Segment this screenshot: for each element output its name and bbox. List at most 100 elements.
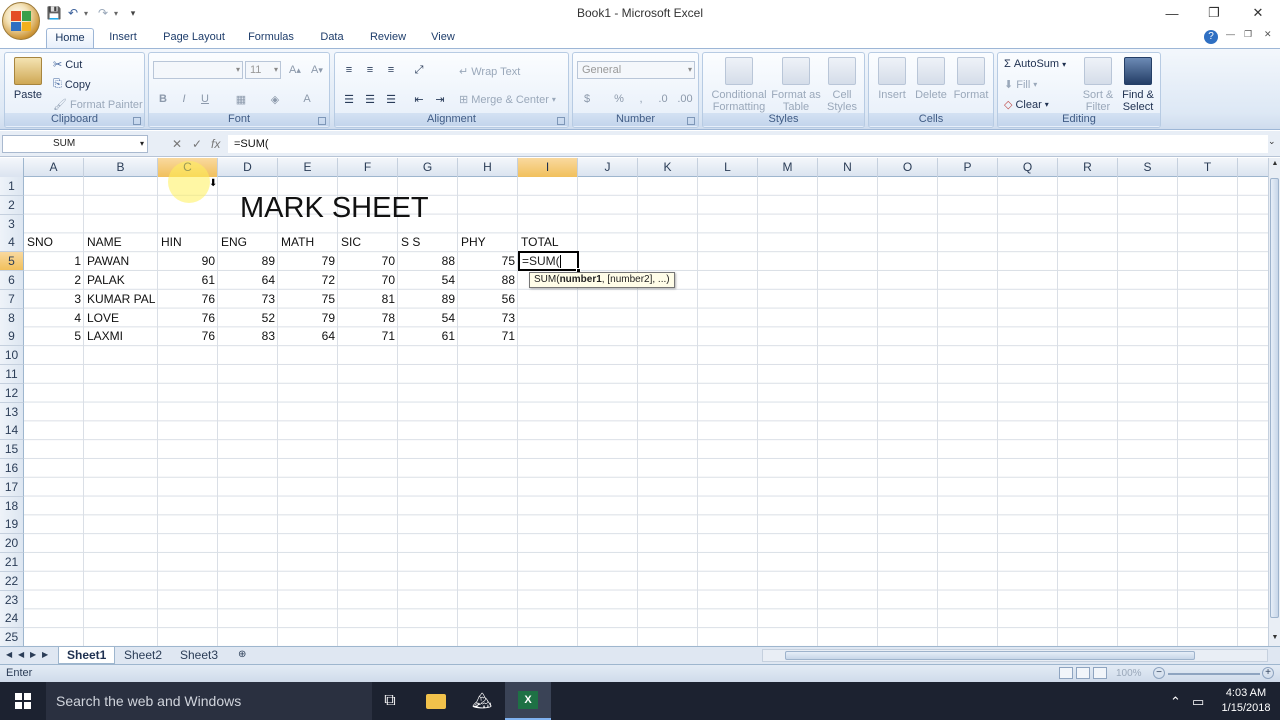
format-painter-button[interactable]: 🖌 Format Painter (53, 98, 143, 112)
row-header-1[interactable]: 1 (0, 177, 24, 196)
data-cell[interactable]: 52 (218, 309, 278, 328)
number-format-combo[interactable]: General ▾ (577, 61, 695, 79)
row-header-25[interactable]: 25 (0, 628, 24, 646)
sheet-tab-3[interactable]: Sheet3 (172, 647, 226, 664)
data-cell[interactable]: 61 (398, 327, 458, 346)
column-header-q[interactable]: Q (998, 158, 1058, 177)
data-cell[interactable]: LOVE (84, 309, 158, 328)
row-header-19[interactable]: 19 (0, 515, 24, 535)
clear-button[interactable]: ◇ Clear ▾ (1004, 98, 1049, 112)
delete-cells-button[interactable]: Delete (912, 57, 950, 101)
tab-insert[interactable]: Insert (102, 28, 144, 48)
function-tooltip[interactable]: SUM(number1, [number2], ...) (529, 272, 675, 288)
font-color-icon[interactable]: A (297, 90, 317, 108)
office-button[interactable] (2, 2, 40, 40)
tab-review[interactable]: Review (364, 28, 412, 48)
first-sheet-icon[interactable]: ◀ (6, 650, 12, 659)
scroll-up-icon[interactable]: ▲ (1270, 160, 1280, 170)
action-center-icon[interactable]: ▭ (1192, 694, 1204, 710)
doc-minimize-icon[interactable]: — (1226, 29, 1235, 39)
normal-view-icon[interactable] (1059, 667, 1073, 679)
data-cell[interactable]: 64 (278, 327, 338, 346)
sheet-title[interactable]: MARK SHEET (240, 192, 429, 225)
photos-icon[interactable]: 🏔 (459, 682, 505, 720)
align-top-icon[interactable]: ≡ (339, 61, 359, 79)
font-name-combo[interactable]: ▾ (153, 61, 243, 79)
find-select-button[interactable]: Find & Select (1118, 57, 1158, 113)
confirm-entry-button[interactable]: ✓ (192, 137, 202, 151)
data-cell[interactable]: 71 (458, 327, 518, 346)
data-cell[interactable]: 64 (218, 271, 278, 290)
task-view-icon[interactable]: ⧉ (367, 682, 413, 720)
data-cell[interactable]: 88 (458, 271, 518, 290)
doc-restore-icon[interactable]: ❐ (1244, 29, 1252, 40)
vertical-scroll-thumb[interactable] (1270, 178, 1279, 618)
help-icon[interactable]: ? (1204, 30, 1218, 44)
header-cell[interactable]: TOTAL (518, 233, 578, 252)
data-cell[interactable]: 73 (458, 309, 518, 328)
tab-formulas[interactable]: Formulas (243, 28, 299, 48)
underline-button[interactable]: U (195, 90, 215, 108)
row-header-14[interactable]: 14 (0, 421, 24, 441)
data-cell[interactable]: 5 (24, 327, 84, 346)
taskbar-search-box[interactable]: Search the web and Windows (46, 682, 372, 720)
restore-button[interactable]: ❐ (1192, 0, 1236, 26)
increase-indent-icon[interactable]: ⇥ (430, 90, 450, 108)
data-cell[interactable]: 89 (398, 290, 458, 309)
data-cell[interactable]: 79 (278, 252, 338, 271)
alignment-launcher-icon[interactable] (557, 117, 565, 125)
insert-function-button[interactable]: fx (211, 137, 220, 151)
column-header-s[interactable]: S (1118, 158, 1178, 177)
header-cell[interactable]: S S (398, 233, 458, 252)
header-cell[interactable]: SIC (338, 233, 398, 252)
tab-data[interactable]: Data (313, 28, 351, 48)
data-cell[interactable]: LAXMI (84, 327, 158, 346)
column-header-m[interactable]: M (758, 158, 818, 177)
column-header-i[interactable]: I (518, 158, 578, 177)
data-cell[interactable]: 1 (24, 252, 84, 271)
row-header-5[interactable]: 5 (0, 252, 24, 272)
fill-color-icon[interactable]: ◈ (265, 90, 285, 108)
row-header-23[interactable]: 23 (0, 590, 24, 610)
data-cell[interactable]: 78 (338, 309, 398, 328)
zoom-out-icon[interactable]: − (1153, 667, 1165, 679)
data-cell[interactable]: 76 (158, 309, 218, 328)
zoom-slider[interactable] (1168, 673, 1260, 675)
orientation-icon[interactable]: ⤢ (409, 61, 429, 79)
close-button[interactable]: ✕ (1236, 0, 1280, 26)
percent-button[interactable]: % (609, 90, 629, 108)
horizontal-scroll-thumb[interactable] (785, 651, 1195, 660)
data-cell[interactable]: 72 (278, 271, 338, 290)
data-cell[interactable]: 88 (398, 252, 458, 271)
autosum-button[interactable]: Σ AutoSum ▾ (1004, 58, 1066, 70)
data-cell[interactable]: 89 (218, 252, 278, 271)
row-header-6[interactable]: 6 (0, 271, 24, 290)
select-all-corner[interactable] (0, 158, 24, 177)
cut-button[interactable]: ✂ Cut (53, 58, 82, 72)
column-header-n[interactable]: N (818, 158, 878, 177)
grow-font-button[interactable]: A ▴ (285, 61, 305, 79)
data-cell[interactable]: PAWAN (84, 252, 158, 271)
column-header-b[interactable]: B (84, 158, 158, 177)
sheet-tab-2[interactable]: Sheet2 (116, 647, 170, 664)
row-header-21[interactable]: 21 (0, 553, 24, 572)
decrease-indent-icon[interactable]: ⇤ (409, 90, 429, 108)
data-cell[interactable]: 4 (24, 309, 84, 328)
page-layout-view-icon[interactable] (1076, 667, 1090, 679)
file-explorer-icon[interactable] (413, 682, 459, 720)
row-header-18[interactable]: 18 (0, 496, 24, 516)
row-header-16[interactable]: 16 (0, 459, 24, 478)
data-cell[interactable]: 76 (158, 327, 218, 346)
sort-filter-button[interactable]: Sort & Filter (1080, 57, 1116, 113)
row-header-15[interactable]: 15 (0, 440, 24, 460)
header-cell[interactable]: SNO (24, 233, 84, 252)
excel-taskbar-icon[interactable]: X (505, 682, 551, 720)
data-cell[interactable]: 61 (158, 271, 218, 290)
row-header-13[interactable]: 13 (0, 402, 24, 422)
align-bottom-icon[interactable]: ≡ (381, 61, 401, 79)
formula-input[interactable]: =SUM( (228, 135, 1268, 153)
data-cell[interactable]: PALAK (84, 271, 158, 290)
clipboard-launcher-icon[interactable] (133, 117, 141, 125)
header-cell[interactable]: NAME (84, 233, 158, 252)
font-size-combo[interactable]: 11 ▾ (245, 61, 281, 79)
